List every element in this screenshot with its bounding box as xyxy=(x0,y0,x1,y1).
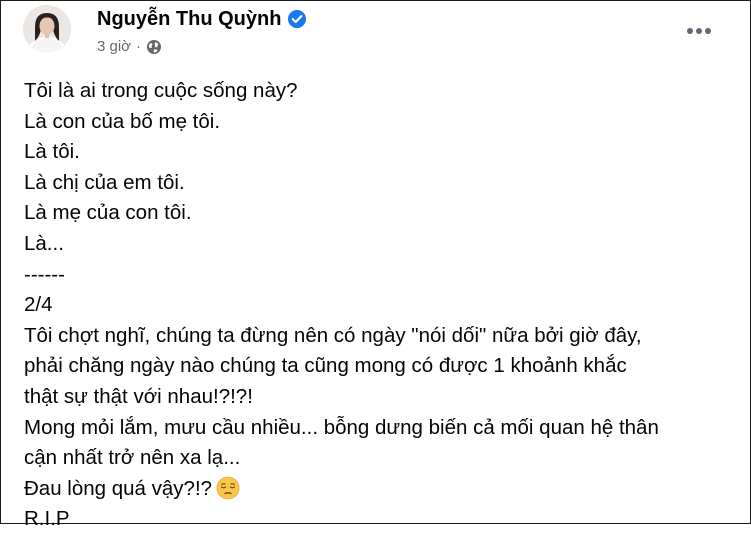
post-line: Mong mỏi lắm, mưu cầu nhiều... bỗng dưng… xyxy=(24,415,659,439)
post-line: phải chăng ngày nào chúng ta cũng mong c… xyxy=(24,354,627,378)
post-line: 2/4 xyxy=(24,293,53,317)
post-line: thật sự thật với nhau!?!?! xyxy=(24,384,253,408)
more-options-icon xyxy=(687,28,711,34)
post-line: ------ xyxy=(24,262,65,286)
post-meta: 3 giờ · xyxy=(97,38,162,55)
verified-badge-icon xyxy=(287,9,307,29)
globe-icon[interactable] xyxy=(146,39,162,55)
post-text: Tôi là ai trong cuộc sống này? Là con củ… xyxy=(24,76,739,535)
author-row: Nguyễn Thu Quỳnh xyxy=(97,5,307,33)
more-options-button[interactable] xyxy=(679,13,719,49)
post-line: Là mẹ của con tôi. xyxy=(24,201,192,225)
author-name[interactable]: Nguyễn Thu Quỳnh xyxy=(97,5,281,33)
post-line-with-emoji: Đau lòng quá vậy?!? xyxy=(24,474,739,505)
post-line: Là chị của em tôi. xyxy=(24,170,185,194)
meta-separator: · xyxy=(136,38,142,55)
post-line: R.I.P xyxy=(24,507,70,531)
post-line: cận nhất trở nên xa lạ... xyxy=(24,446,241,470)
post-timestamp[interactable]: 3 giờ xyxy=(97,38,131,55)
post-line: Là... xyxy=(24,231,64,255)
pensive-face-emoji xyxy=(216,476,240,500)
post-card: Nguyễn Thu Quỳnh 3 giờ · Tôi là ai trong… xyxy=(0,0,751,530)
post-line: Tôi chợt nghĩ, chúng ta đừng nên có ngày… xyxy=(24,323,642,347)
post-line-text: Đau lòng quá vậy?!? xyxy=(24,476,213,500)
post-line: Là tôi. xyxy=(24,140,80,164)
avatar[interactable] xyxy=(23,5,71,53)
avatar-image xyxy=(23,5,71,53)
post-line: Là con của bố mẹ tôi. xyxy=(24,109,221,133)
post-line: Tôi là ai trong cuộc sống này? xyxy=(24,79,298,102)
